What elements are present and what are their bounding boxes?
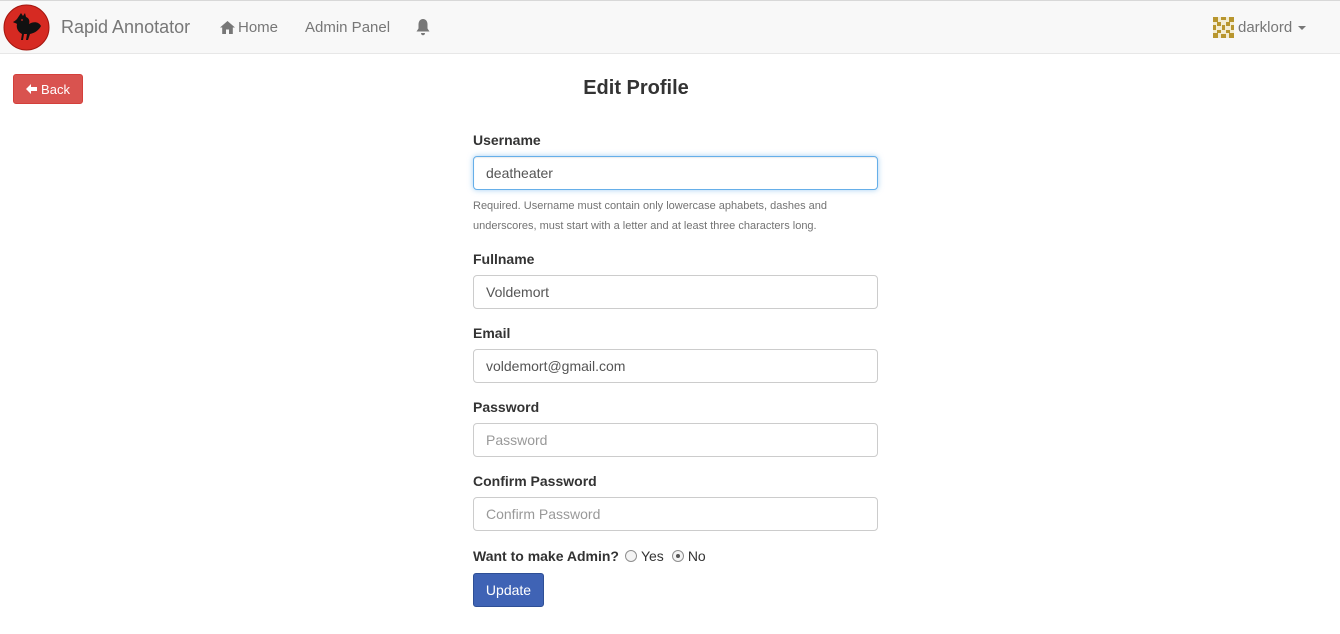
user-avatar-icon [1213, 17, 1234, 38]
admin-radio-group: Want to make Admin? Yes No [473, 548, 712, 564]
home-icon [220, 21, 235, 34]
username-help-text: Required. Username must contain only low… [473, 200, 828, 232]
nav-admin-panel-link[interactable]: Admin Panel [305, 19, 390, 36]
chevron-down-icon [1298, 25, 1307, 30]
username-value: deatheater [486, 165, 553, 181]
username-label: Username [473, 132, 541, 148]
username-label: darklord [1238, 19, 1293, 36]
bell-icon[interactable] [415, 18, 431, 36]
fullname-value: Voldemort [486, 284, 550, 300]
brand-title[interactable]: Rapid Annotator [61, 17, 190, 38]
admin-question-label: Want to make Admin? [473, 548, 619, 564]
password-input[interactable]: Password [473, 423, 878, 457]
admin-yes-radio[interactable] [624, 550, 637, 562]
fullname-input[interactable]: Voldemort [473, 275, 878, 309]
confirm-password-input[interactable]: Confirm Password [473, 497, 878, 531]
confirm-password-placeholder: Confirm Password [486, 506, 601, 522]
password-placeholder: Password [486, 432, 548, 448]
nav-home-label: Home [238, 19, 279, 36]
email-value: voldemort@gmail.com [486, 358, 626, 374]
page-title: Edit Profile [583, 77, 689, 99]
update-button[interactable]: Update [473, 573, 544, 607]
email-input[interactable]: voldemort@gmail.com [473, 349, 878, 383]
confirm-password-label: Confirm Password [473, 473, 597, 489]
nav-home-link[interactable]: Home [220, 19, 278, 36]
password-label: Password [473, 399, 540, 415]
fullname-label: Fullname [473, 251, 535, 267]
email-label: Email [473, 325, 511, 341]
navbar: Rapid Annotator Home Admin Panel darklor… [0, 0, 1340, 54]
user-menu[interactable]: darklord [1213, 17, 1307, 38]
logo-rooster-icon[interactable] [3, 4, 50, 51]
admin-no-label[interactable]: No [688, 548, 706, 564]
username-input[interactable]: deatheater [473, 156, 878, 190]
admin-yes-label[interactable]: Yes [641, 548, 664, 564]
admin-no-radio[interactable] [671, 550, 684, 562]
